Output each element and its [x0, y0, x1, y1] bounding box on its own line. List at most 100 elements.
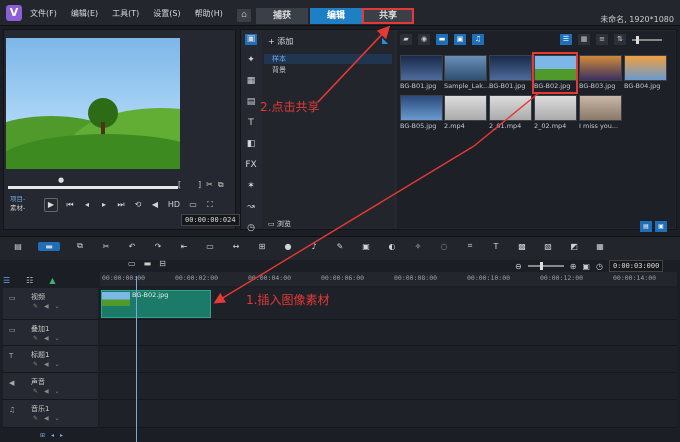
playhead[interactable] [136, 276, 137, 442]
collapse-arrow-icon[interactable]: ◣ [382, 36, 392, 45]
tab-edit[interactable]: 编辑 [310, 8, 362, 24]
export-icon[interactable]: ▦ [594, 242, 606, 251]
scroll-left-icon[interactable]: ◂ [51, 432, 54, 439]
motion-icon[interactable]: ↝ [245, 202, 257, 213]
fit-icon[interactable]: ↔ [230, 242, 242, 251]
preview-timecode[interactable]: 00:00:00:024 [181, 214, 240, 226]
chapter-icon[interactable]: ▭ [128, 259, 136, 268]
menu-settings[interactable]: 设置(S) [153, 8, 180, 19]
track-controls[interactable]: ✎◀⌄ [33, 361, 66, 368]
track-header[interactable]: ♫ 音乐1 ✎◀⌄ [3, 400, 98, 428]
cut-icon[interactable]: ✂ [206, 180, 213, 190]
crop-icon[interactable]: ⌗ [464, 241, 476, 251]
track-list-icon[interactable]: ☷ [26, 276, 33, 285]
browse-button[interactable]: ▭ 浏览 [268, 219, 291, 229]
thumb-size-slider[interactable] [632, 35, 662, 44]
library-expand-icon[interactable]: ▣ [655, 221, 667, 232]
track-lane[interactable] [100, 373, 677, 400]
end-icon[interactable]: ⏭ [116, 200, 126, 210]
grid-view-icon[interactable]: ▦ [578, 34, 590, 45]
instant-project-icon[interactable]: ✦ [245, 55, 257, 66]
details-view-icon[interactable]: ≡ [596, 34, 608, 45]
track-lane[interactable] [100, 346, 677, 373]
motion-icon[interactable]: ✧ [412, 242, 424, 251]
library-thumbnail[interactable] [444, 95, 487, 121]
step-forward-icon[interactable]: ▸ [99, 200, 109, 210]
mask-icon[interactable]: ◐ [386, 242, 398, 251]
zoom-timecode[interactable]: 0:00:03:000 [608, 260, 664, 272]
caption-icon[interactable]: ▭ [204, 242, 216, 251]
playhead-marker-icon[interactable]: ● [58, 176, 64, 184]
paint-icon[interactable]: ✎ [334, 242, 346, 251]
play-button[interactable]: ▶ [44, 198, 58, 212]
track-icon[interactable]: ⊞ [256, 242, 268, 251]
library-thumbnail[interactable] [489, 95, 532, 121]
add-folder-button[interactable]: + 添加 [268, 36, 293, 47]
clock-icon[interactable]: ◷ [245, 223, 257, 234]
library-thumbnail[interactable] [534, 95, 577, 121]
text-3d-icon[interactable]: T [490, 242, 502, 251]
marker-icon[interactable]: ▬ [144, 259, 152, 268]
transition-icon[interactable]: ▦ [245, 76, 257, 87]
timeline-view-icon[interactable]: ▬ [38, 241, 60, 251]
library-thumbnail[interactable] [444, 55, 487, 81]
split-icon[interactable]: ✂ [100, 242, 112, 251]
clip-mode-label[interactable]: 素材- [10, 204, 25, 213]
scroll-right-icon[interactable]: ▸ [60, 432, 63, 439]
list-view-icon[interactable]: ☰ [560, 34, 572, 45]
hd-toggle[interactable]: HD [167, 200, 181, 210]
track-header[interactable]: ▭ 视频 ✎◀⌄ [3, 288, 98, 320]
title-icon[interactable]: T [245, 118, 257, 129]
overlay-icon[interactable]: ◧ [245, 139, 257, 150]
library-thumbnail[interactable] [624, 55, 667, 81]
tab-share[interactable]: 共享 [362, 8, 414, 24]
library-thumbnail[interactable] [579, 55, 622, 81]
redo-icon[interactable]: ↷ [152, 242, 164, 251]
fx-icon[interactable]: FX [245, 160, 257, 171]
repeat-icon[interactable]: ⟲ [133, 200, 143, 210]
undo-icon[interactable]: ↶ [126, 242, 138, 251]
import-folder-icon[interactable]: ▰ [400, 34, 412, 45]
home-start-icon[interactable]: ⏮ [65, 200, 75, 210]
track-header[interactable]: ▭ 叠加1 ✎◀⌄ [3, 320, 98, 346]
mark-out-icon[interactable]: [ [178, 180, 181, 189]
ai-icon[interactable]: ▩ [516, 242, 528, 251]
track-manager-icon[interactable]: ☰ [3, 276, 10, 285]
record-icon[interactable]: ◉ [418, 34, 430, 45]
fit-project-icon[interactable]: ▣ [582, 262, 590, 271]
timeline-ruler[interactable]: 00:00:00:00 00:00:02:00 00:00:04:00 00:00:0… [100, 272, 677, 286]
show-photo-icon[interactable]: ▣ [454, 34, 466, 45]
copy-icon[interactable]: ⧉ [74, 241, 86, 251]
fullscreen-icon[interactable]: ⛶ [205, 200, 215, 210]
step-back-icon[interactable]: ◂ [82, 200, 92, 210]
graphic-icon[interactable]: ▤ [245, 97, 257, 108]
mix-icon[interactable]: ♪ [308, 242, 320, 251]
sort-icon[interactable]: ⇅ [614, 34, 626, 45]
track-lane[interactable] [100, 400, 677, 428]
options-icon[interactable]: ▤ [640, 221, 652, 232]
color-icon[interactable]: ▧ [542, 242, 554, 251]
scroll-mode-icon[interactable]: ⊞ [40, 432, 45, 439]
track-lane[interactable] [100, 320, 677, 346]
track-header[interactable]: T 标题1 ✎◀⌄ [3, 346, 98, 373]
speed-icon[interactable]: ◌ [438, 242, 450, 251]
snapshot-icon[interactable]: ⧉ [218, 180, 224, 190]
folder-item-sample[interactable]: 样本 [264, 54, 392, 64]
media-icon[interactable]: ▣ [245, 34, 257, 45]
menu-edit[interactable]: 编辑(E) [71, 8, 98, 19]
volume-icon[interactable]: ◀ [150, 200, 160, 210]
zoom-out-icon[interactable]: ⊖ [515, 262, 522, 271]
track-controls[interactable]: ✎◀⌄ [33, 335, 66, 342]
folder-item-background[interactable]: 背景 [264, 65, 392, 75]
zoom-slider[interactable] [527, 262, 564, 270]
menu-file[interactable]: 文件(F) [30, 8, 57, 19]
trim-icon[interactable]: ⇤ [178, 242, 190, 251]
library-thumbnail[interactable] [489, 55, 532, 81]
library-thumbnail[interactable] [400, 55, 443, 81]
track-controls[interactable]: ✎◀⌄ [33, 415, 66, 422]
storyboard-view-icon[interactable]: ▤ [12, 242, 24, 251]
library-thumbnail[interactable] [579, 95, 622, 121]
home-icon[interactable]: ⌂ [237, 9, 251, 22]
fit-icon[interactable]: ▭ [188, 200, 198, 210]
scrubber-bar[interactable] [8, 186, 178, 189]
